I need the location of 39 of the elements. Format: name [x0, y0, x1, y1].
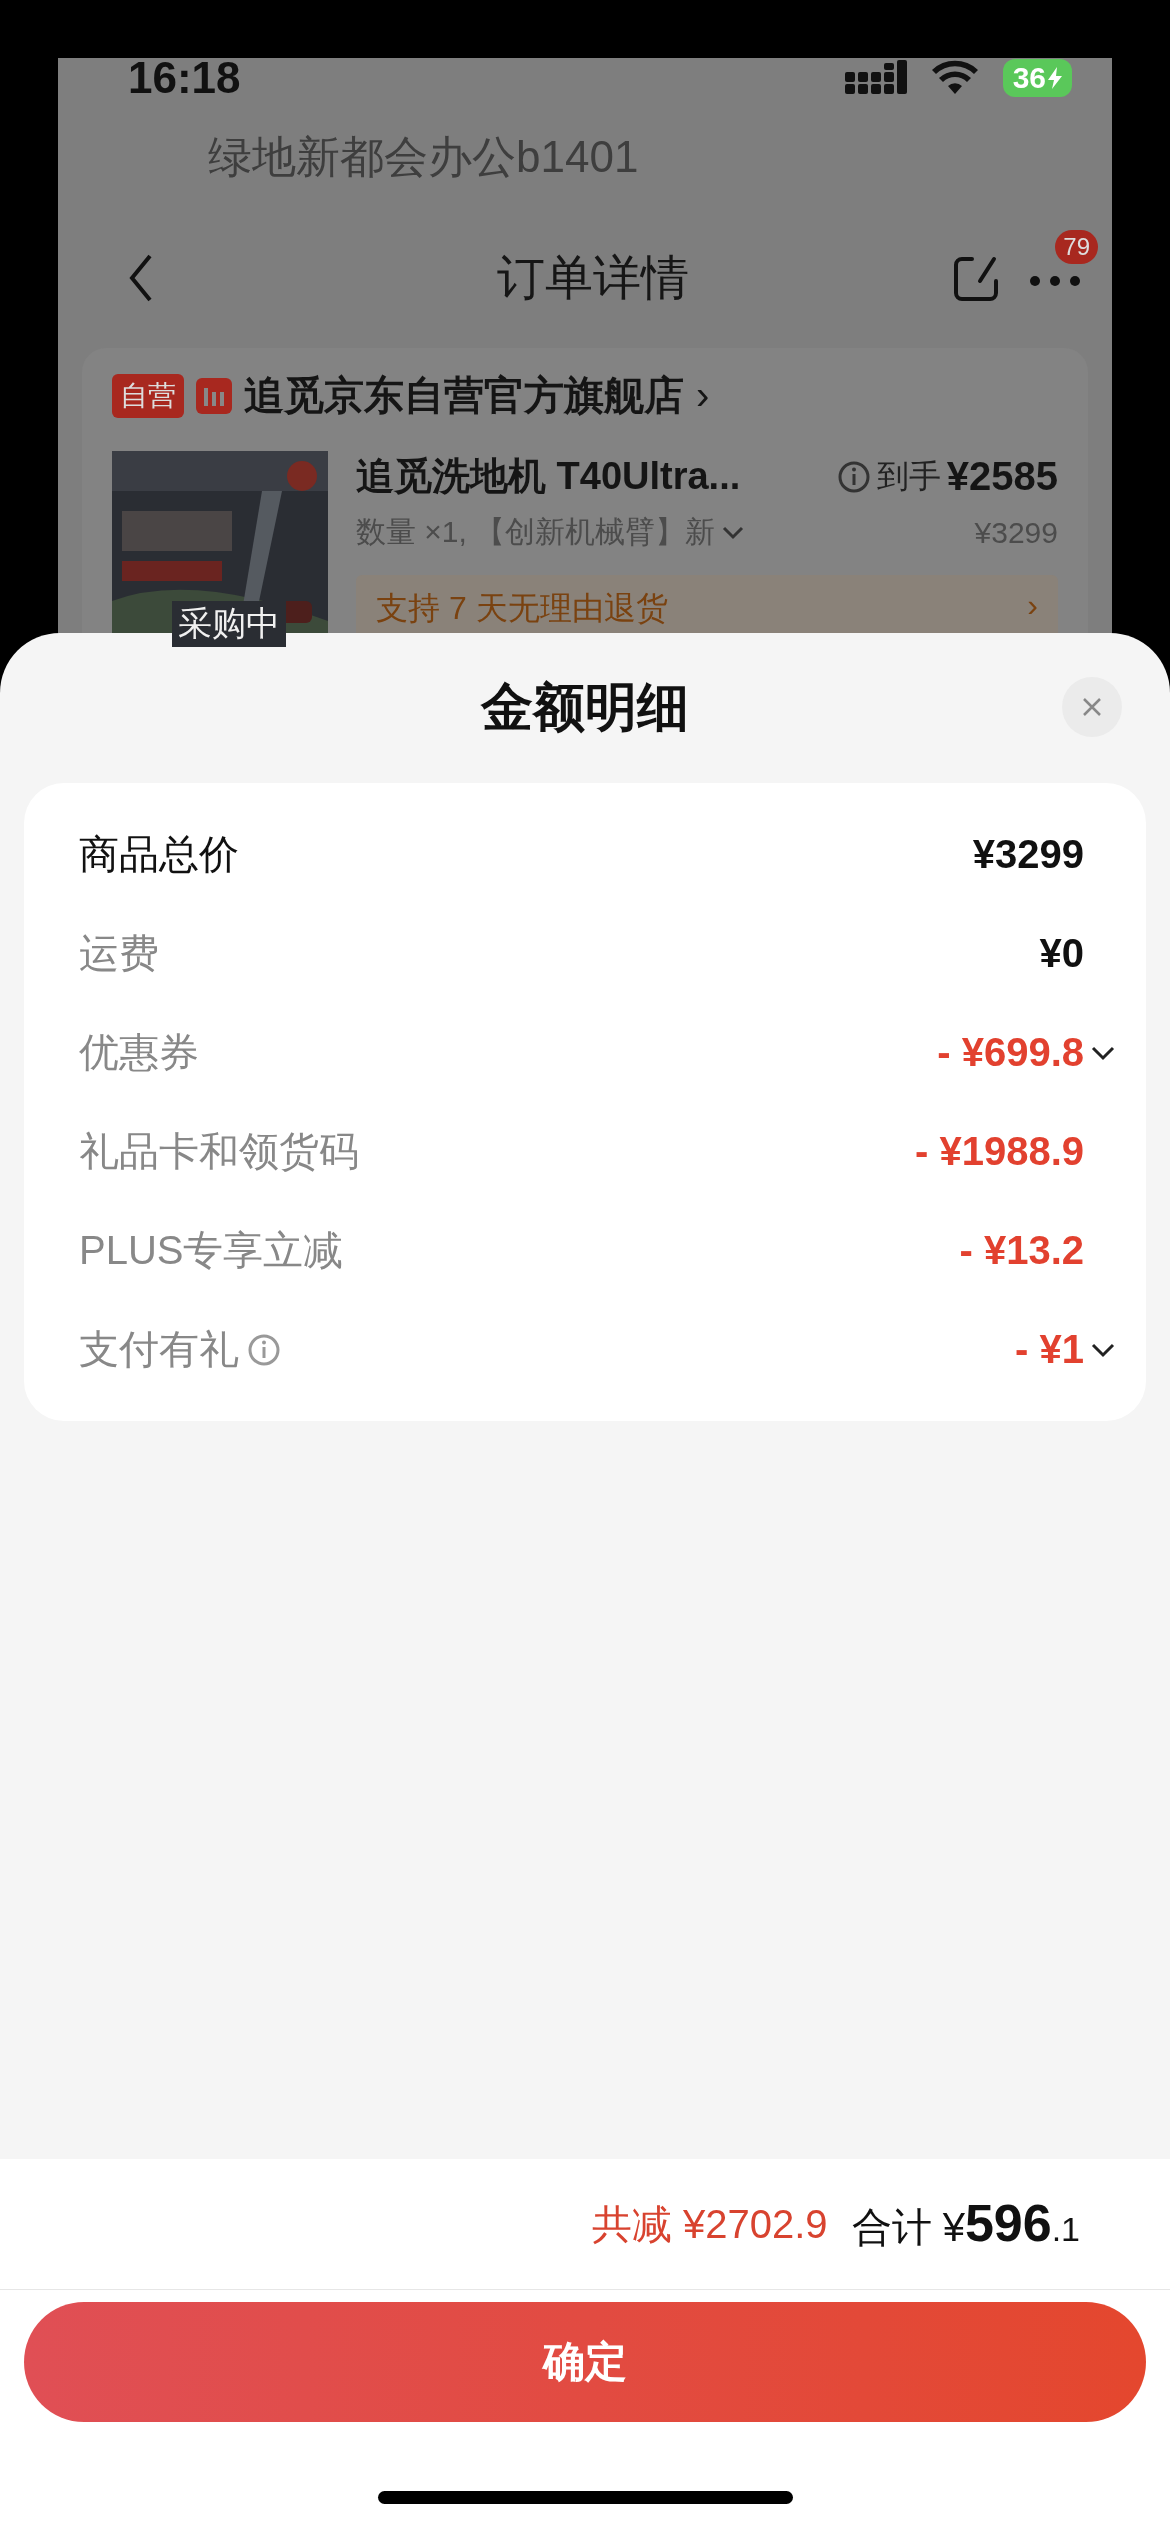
sheet-title: 金额明细 — [481, 677, 689, 738]
price-item-value: - ¥1 — [1015, 1327, 1084, 1372]
back-icon[interactable] — [128, 253, 154, 303]
page-title: 订单详情 — [496, 250, 690, 306]
confirm-button[interactable]: 确定 — [24, 2302, 1146, 2422]
battery-indicator: 36 — [1002, 59, 1072, 97]
delivery-address: 绿地新都会办公b1401 — [207, 131, 640, 183]
final-price: ¥2585 — [946, 454, 1058, 499]
more-icon[interactable] — [1028, 274, 1082, 288]
price-item-label: 优惠券 — [79, 1029, 199, 1076]
info-icon[interactable] — [247, 1332, 281, 1367]
self-operated-tag: 自营 — [112, 373, 184, 418]
charging-icon — [1048, 67, 1062, 89]
store-name[interactable]: 追觅京东自营官方旗舰店 — [244, 368, 684, 423]
price-label: 到手 — [876, 456, 941, 496]
price-item-label: 礼品卡和领货码 — [79, 1128, 359, 1175]
wifi-icon — [930, 60, 979, 96]
price-item-value: ¥0 — [1039, 931, 1084, 976]
price-item-value: - ¥1988.9 — [914, 1129, 1084, 1174]
price-item-label: 运费 — [79, 930, 159, 977]
price-item-label: 支付有礼 — [79, 1326, 239, 1373]
store-arrow[interactable]: › — [696, 373, 710, 418]
total-saving: 共减 ¥2702.9 — [591, 2200, 828, 2248]
price-item-value: - ¥13.2 — [959, 1228, 1084, 1273]
product-title[interactable]: 追觅洗地机 T40Ultra... — [356, 451, 831, 502]
chevron-down-icon[interactable] — [1090, 1341, 1116, 1358]
store-logo-icon — [196, 377, 232, 414]
chevron-down-icon[interactable] — [1090, 1044, 1116, 1061]
price-item-value: ¥3299 — [972, 832, 1084, 877]
price-item-value: - ¥699.8 — [937, 1030, 1084, 1075]
total-amount: 合计 ¥596.1 — [851, 2193, 1080, 2254]
signal-icon — [844, 60, 907, 96]
close-icon[interactable] — [1082, 697, 1102, 717]
price-item-label: PLUS专享立减 — [79, 1227, 344, 1274]
info-icon[interactable] — [836, 459, 871, 494]
notification-badge: 79 — [1055, 230, 1098, 264]
price-item-label: 商品总价 — [79, 831, 239, 878]
status-time: 16:18 — [128, 53, 241, 103]
purchase-status: 采购中 — [172, 601, 286, 647]
